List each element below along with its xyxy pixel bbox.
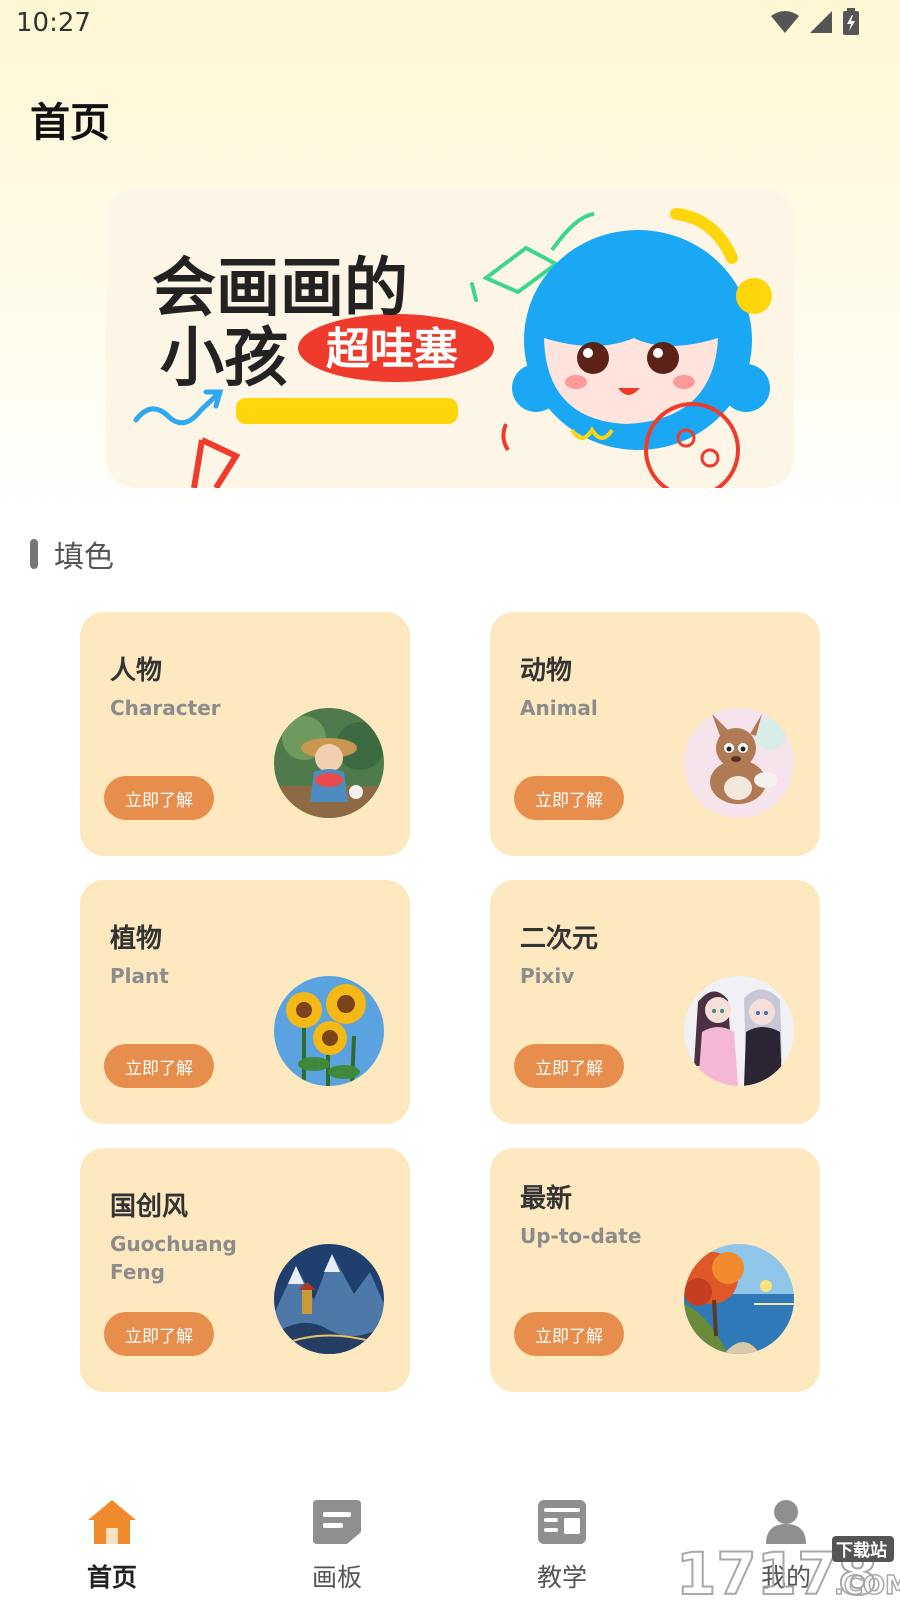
wifi-icon xyxy=(771,11,799,33)
section-title: 填色 xyxy=(54,540,114,575)
watermark-badge: 下载站 xyxy=(836,1540,887,1561)
learn-more-button[interactable]: 立即了解 xyxy=(104,776,214,820)
card-title: 二次元 xyxy=(520,924,599,954)
tutorial-icon xyxy=(538,1500,586,1544)
status-bar: 10:27 xyxy=(0,0,900,50)
nav-label: 首页 xyxy=(86,1563,137,1592)
banner-illustration: 会画画的 小孩 超哇塞 xyxy=(106,188,794,488)
card-title: 植物 xyxy=(110,924,163,954)
learn-more-button[interactable]: 立即了解 xyxy=(514,1044,624,1088)
category-card-latest[interactable]: 最新 Up-to-date 立即了解 xyxy=(490,1148,820,1392)
category-card-pixiv[interactable]: 二次元 Pixiv 立即了解 xyxy=(490,880,820,1124)
guochuang-thumbnail xyxy=(274,1244,384,1354)
card-subtitle: Character xyxy=(110,696,221,720)
category-card-animal[interactable]: 动物 Animal 立即了解 xyxy=(490,612,820,856)
pixiv-thumbnail xyxy=(684,976,794,1086)
card-subtitle: Animal xyxy=(520,696,598,720)
nav-label: 教学 xyxy=(536,1563,587,1592)
card-title: 最新 xyxy=(520,1184,573,1214)
battery-icon xyxy=(843,8,859,35)
nav-item-drawing-board[interactable]: 画板 xyxy=(277,1498,397,1594)
signal-icon xyxy=(810,11,832,33)
learn-more-button[interactable]: 立即了解 xyxy=(104,1312,214,1356)
learn-more-button[interactable]: 立即了解 xyxy=(514,776,624,820)
watermark-logo: 17178 下载站 .COM xyxy=(670,1532,900,1600)
banner-badge-text: 超哇塞 xyxy=(326,324,458,375)
banner-title-line1: 会画画的 xyxy=(152,252,408,326)
nav-item-home[interactable]: 首页 xyxy=(52,1498,172,1594)
banner[interactable]: 会画画的 小孩 超哇塞 xyxy=(106,188,794,488)
home-icon xyxy=(88,1500,136,1544)
nav-label: 画板 xyxy=(311,1563,362,1592)
category-card-plant[interactable]: 植物 Plant 立即了解 xyxy=(80,880,410,1124)
watermark-suffix: .COM xyxy=(834,1571,900,1600)
learn-more-button[interactable]: 立即了解 xyxy=(514,1312,624,1356)
learn-more-button[interactable]: 立即了解 xyxy=(104,1044,214,1088)
plant-thumbnail xyxy=(274,976,384,1086)
card-title: 国创风 xyxy=(110,1192,189,1222)
category-card-character[interactable]: 人物 Character 立即了解 xyxy=(80,612,410,856)
nav-item-tutorial[interactable]: 教学 xyxy=(502,1498,622,1594)
category-card-guochuang[interactable]: 国创风 Guochuang Feng 立即了解 xyxy=(80,1148,410,1392)
card-subtitle: Guochuang Feng xyxy=(110,1232,237,1284)
card-subtitle: Pixiv xyxy=(520,964,575,988)
character-thumbnail xyxy=(274,708,384,818)
latest-thumbnail xyxy=(684,1244,794,1354)
card-subtitle: Up-to-date xyxy=(520,1224,642,1248)
card-title: 人物 xyxy=(110,656,163,686)
card-subtitle: Plant xyxy=(110,964,169,988)
section-heading: 填色 xyxy=(30,532,114,576)
banner-title-line2: 小孩 xyxy=(160,322,288,396)
status-icons xyxy=(770,8,860,36)
drawing-board-icon xyxy=(313,1500,361,1544)
status-time: 10:27 xyxy=(16,8,91,38)
animal-thumbnail xyxy=(684,708,794,818)
page-title: 首页 xyxy=(30,100,110,146)
section-marker xyxy=(30,539,38,569)
card-title: 动物 xyxy=(520,656,573,686)
